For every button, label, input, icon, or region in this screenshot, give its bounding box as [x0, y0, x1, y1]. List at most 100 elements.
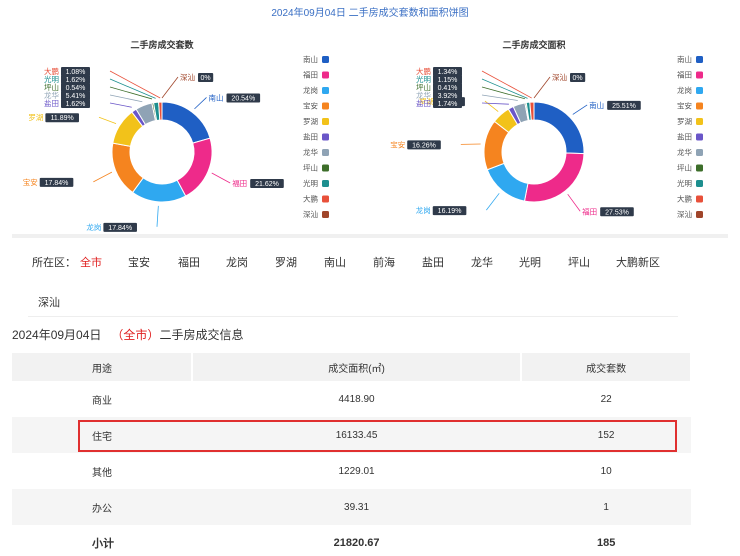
value-label: 25.51%: [612, 103, 636, 110]
slice-label: 龙岗: [416, 205, 431, 215]
pie-slice[interactable]: [533, 101, 585, 155]
transaction-table: 用途 成交面积(㎡) 成交套数 商业 4418.90 22 住宅 16133.4…: [12, 353, 692, 556]
value-label: 5.41%: [66, 93, 86, 100]
leader-line: [161, 76, 179, 99]
info-district: （全市）: [111, 328, 160, 342]
cell-use: 商业: [92, 395, 112, 407]
district-tab-longhua[interactable]: 龙华: [471, 254, 493, 270]
district-filter-bar: 所在区： 全市 宝安 福田 龙岗 罗湖 南山 前海 盐田 龙华 光明 坪山 大鹏…: [32, 246, 740, 274]
legend-swatch[interactable]: [696, 195, 703, 203]
leader-line: [194, 97, 207, 110]
legend-swatch[interactable]: [322, 71, 329, 79]
table-row: 商业 4418.90 22: [12, 381, 691, 417]
legend-label: 福田: [303, 71, 318, 80]
legend-swatch[interactable]: [696, 133, 703, 141]
district-tab-luohu[interactable]: 罗湖: [275, 254, 297, 270]
cell-area: 21820.67: [333, 537, 380, 549]
legend-label: 大鹏: [303, 194, 318, 204]
legend-swatch[interactable]: [322, 87, 329, 94]
header-use: 用途: [12, 353, 193, 381]
legend-swatch[interactable]: [696, 164, 703, 172]
legend-swatch[interactable]: [696, 180, 703, 187]
pie-charts-svg: 二手房成交套数南山 20.54% 福田 21.62% 龙岗 17.84% 宝安 17.84% 罗…: [23, 39, 703, 232]
legend-swatch[interactable]: [696, 211, 703, 218]
legend-swatch[interactable]: [696, 149, 703, 156]
district-tab-longgang[interactable]: 龙岗: [226, 254, 248, 270]
district-tab-futian[interactable]: 福田: [178, 254, 200, 270]
district-tab-dapeng[interactable]: 大鹏新区: [616, 254, 660, 270]
legend-label: 罗湖: [303, 117, 318, 126]
district-tab-pingshan[interactable]: 坪山: [568, 254, 590, 270]
value-label: 16.26%: [412, 142, 436, 149]
district-tab-nanshan[interactable]: 南山: [324, 254, 346, 270]
cell-use: 其他: [92, 467, 112, 479]
slice-label: 南山: [589, 100, 604, 110]
slice-label: 福田: [582, 207, 597, 216]
chart-title: 二手房成交面积: [502, 39, 565, 50]
slice-label: 大鹏: [416, 66, 431, 76]
value-label: 20.54%: [231, 95, 255, 102]
legend-swatch[interactable]: [322, 180, 329, 187]
legend-swatch[interactable]: [322, 56, 329, 63]
legend-swatch[interactable]: [322, 102, 329, 110]
table-header-row: 用途 成交面积(㎡) 成交套数: [12, 353, 692, 381]
slice-label: 南山: [209, 92, 224, 102]
district-tab-qianhai[interactable]: 前海: [373, 254, 395, 270]
legend-swatch[interactable]: [696, 87, 703, 94]
value-label: 1.34%: [438, 69, 458, 76]
cell-use: 办公: [12, 489, 192, 525]
slice-label: 深汕: [552, 72, 567, 82]
legend-swatch[interactable]: [696, 71, 703, 79]
value-label: 21.62%: [255, 181, 279, 188]
legend-swatch[interactable]: [322, 149, 329, 156]
district-tab-all[interactable]: 全市: [80, 254, 102, 270]
leader-line: [481, 102, 509, 105]
slice-label: 福田: [232, 179, 247, 188]
value-label: 1.74%: [438, 101, 458, 108]
pie-slice[interactable]: [523, 152, 585, 203]
legend-label: 大鹏: [677, 194, 692, 204]
legend-swatch[interactable]: [322, 195, 329, 203]
legend-swatch[interactable]: [322, 164, 329, 172]
legend-label: 龙华: [677, 147, 692, 157]
value-label: 0%: [201, 75, 211, 82]
chart-title: 二手房成交套数: [130, 39, 194, 50]
legend-label: 盐田: [677, 132, 692, 142]
legend-swatch[interactable]: [322, 118, 329, 125]
district-tab-guangming[interactable]: 光明: [519, 254, 541, 270]
table-row: 办公 39.31 1: [12, 489, 691, 525]
district-tab-baoan[interactable]: 宝安: [128, 254, 150, 270]
legend-swatch[interactable]: [696, 56, 703, 63]
legend-swatch[interactable]: [322, 211, 329, 218]
legend-label: 龙岗: [303, 85, 318, 95]
value-label: 3.92%: [438, 93, 458, 100]
leader-line: [109, 86, 153, 100]
legend-label: 光明: [677, 178, 692, 188]
slice-label: 深汕: [180, 72, 195, 82]
pie-slice[interactable]: [111, 142, 144, 194]
legend-label: 光明: [303, 178, 318, 188]
table-total-row: 小计 21820.67 185: [12, 525, 691, 556]
slice-label: 宝安: [23, 177, 38, 187]
legend-label: 深汕: [303, 209, 318, 219]
value-label: 1.15%: [438, 77, 458, 84]
value-label: 16.19%: [438, 208, 462, 215]
legend-swatch[interactable]: [322, 133, 329, 141]
cell-count: 10: [600, 465, 612, 477]
legend-swatch[interactable]: [696, 118, 703, 125]
district-tab-yantian[interactable]: 盐田: [422, 254, 444, 270]
district-tab-shenshan[interactable]: 深汕: [38, 294, 60, 310]
value-label: 0%: [573, 75, 583, 82]
legend-swatch[interactable]: [696, 102, 703, 110]
legend-label: 罗湖: [677, 117, 692, 126]
pie-slice[interactable]: [486, 162, 529, 202]
pie-slice[interactable]: [176, 137, 213, 197]
pie-slice[interactable]: [161, 101, 211, 144]
leader-line: [567, 193, 581, 212]
legend-label: 龙岗: [677, 85, 692, 95]
value-label: 0.54%: [66, 85, 86, 92]
info-heading: 2024年09月04日 （全市）二手房成交信息: [12, 326, 243, 343]
highlight-box: [78, 420, 677, 452]
value-label: 0.41%: [438, 85, 458, 92]
info-suffix: 二手房成交信息: [159, 328, 244, 342]
